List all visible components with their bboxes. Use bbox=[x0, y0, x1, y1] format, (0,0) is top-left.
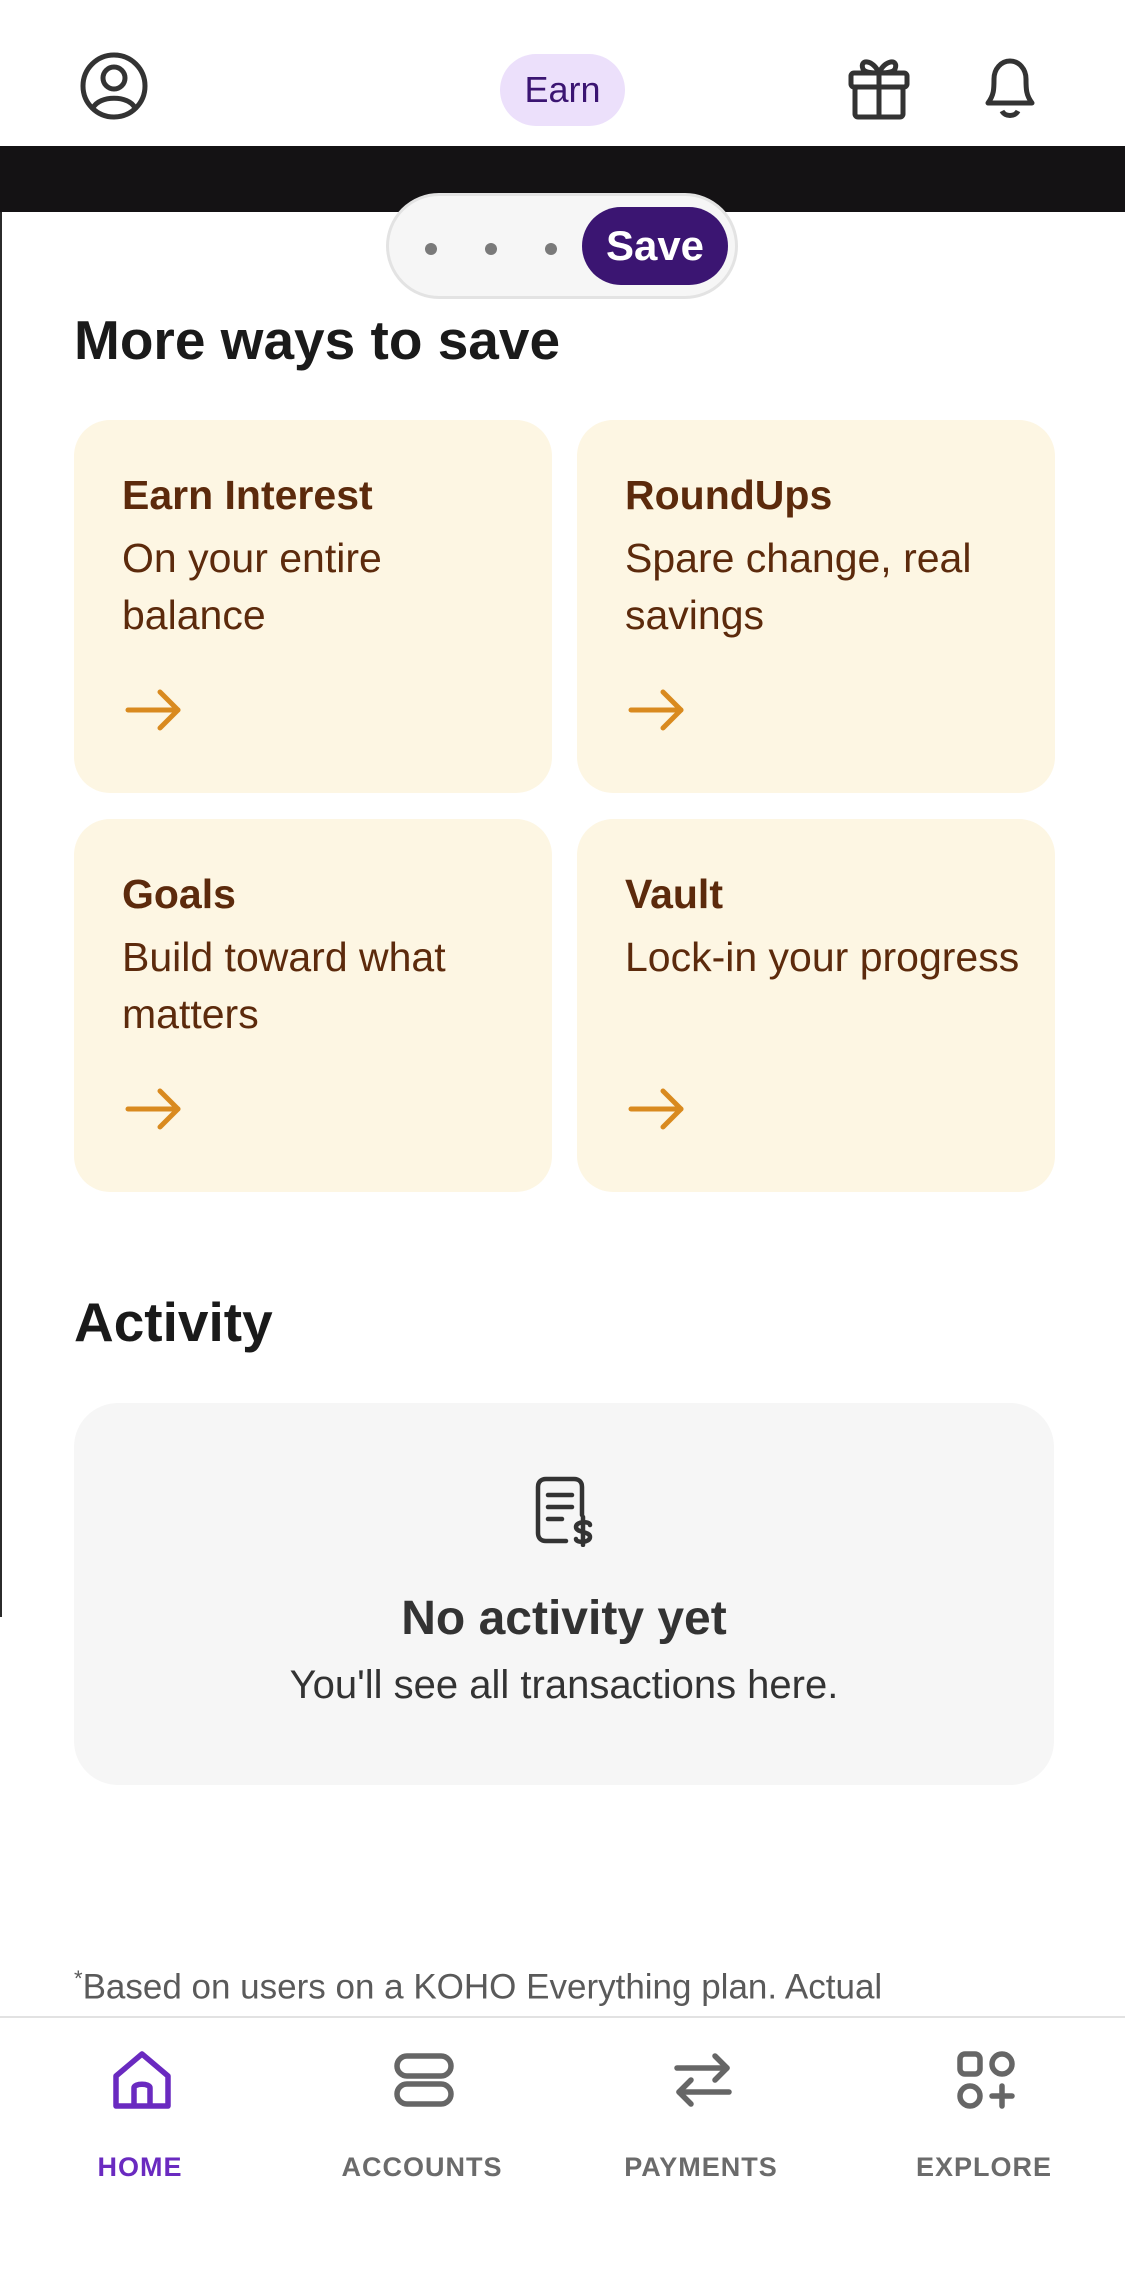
card-title: Vault bbox=[625, 871, 723, 917]
pager-dot[interactable] bbox=[545, 243, 557, 255]
card-title: RoundUps bbox=[625, 472, 833, 518]
card-description: On your entire balance bbox=[122, 535, 382, 638]
footnote-marker: * bbox=[74, 1966, 83, 1991]
arrow-right-icon bbox=[627, 1087, 687, 1136]
activity-empty-state: No activity yet You'll see all transacti… bbox=[74, 1403, 1054, 1785]
goals-card[interactable]: Goals Build toward what matters bbox=[74, 819, 552, 1192]
footnote-text: Based on users on a KOHO Everything plan… bbox=[82, 1967, 883, 2007]
vault-card[interactable]: Vault Lock-in your progress bbox=[577, 819, 1055, 1192]
arrow-right-icon bbox=[124, 688, 184, 737]
card-title: Goals bbox=[122, 871, 236, 917]
top-bar: Earn bbox=[0, 0, 1125, 146]
card-title: Earn Interest bbox=[122, 472, 373, 518]
card-description: Spare change, real savings bbox=[625, 535, 972, 638]
nav-home[interactable]: HOME bbox=[40, 2018, 240, 2218]
bottom-navigation: HOME ACCOUNTS PAYMENTS EXPLORE bbox=[0, 2016, 1125, 2286]
receipt-icon bbox=[532, 1475, 596, 1552]
carousel-edge bbox=[0, 212, 2, 1617]
disclaimer-footnote: *Based on users on a KOHO Everything pla… bbox=[74, 1966, 882, 2008]
bell-icon[interactable] bbox=[974, 50, 1046, 122]
nav-explore[interactable]: EXPLORE bbox=[884, 2018, 1084, 2218]
arrow-right-icon bbox=[627, 688, 687, 737]
nav-label: HOME bbox=[97, 2152, 183, 2182]
transfer-icon bbox=[671, 2048, 735, 2117]
card-description: Build toward what matters bbox=[122, 934, 446, 1037]
save-section-title: More ways to save bbox=[74, 309, 561, 371]
pager-dot[interactable] bbox=[425, 243, 437, 255]
nav-accounts[interactable]: ACCOUNTS bbox=[322, 2018, 522, 2218]
home-icon bbox=[110, 2048, 174, 2117]
accounts-icon bbox=[392, 2048, 456, 2117]
gift-icon[interactable] bbox=[843, 50, 915, 122]
empty-state-subtitle: You'll see all transactions here. bbox=[289, 1663, 839, 1707]
pager-active-save[interactable]: Save bbox=[582, 207, 728, 285]
earn-interest-card[interactable]: Earn Interest On your entire balance bbox=[74, 420, 552, 793]
empty-state-title: No activity yet bbox=[401, 1592, 727, 1645]
earn-pill[interactable]: Earn bbox=[500, 54, 625, 126]
nav-label: ACCOUNTS bbox=[341, 2152, 503, 2182]
nav-label: EXPLORE bbox=[915, 2152, 1053, 2182]
roundups-card[interactable]: RoundUps Spare change, real savings bbox=[577, 420, 1055, 793]
activity-section-title: Activity bbox=[74, 1291, 273, 1353]
profile-icon[interactable] bbox=[78, 50, 150, 122]
carousel-pager[interactable]: Save bbox=[386, 193, 738, 299]
apps-plus-icon bbox=[954, 2048, 1018, 2117]
nav-label: PAYMENTS bbox=[624, 2152, 778, 2182]
nav-payments[interactable]: PAYMENTS bbox=[601, 2018, 801, 2218]
arrow-right-icon bbox=[124, 1087, 184, 1136]
pager-dot[interactable] bbox=[485, 243, 497, 255]
card-description: Lock-in your progress bbox=[625, 934, 1020, 980]
